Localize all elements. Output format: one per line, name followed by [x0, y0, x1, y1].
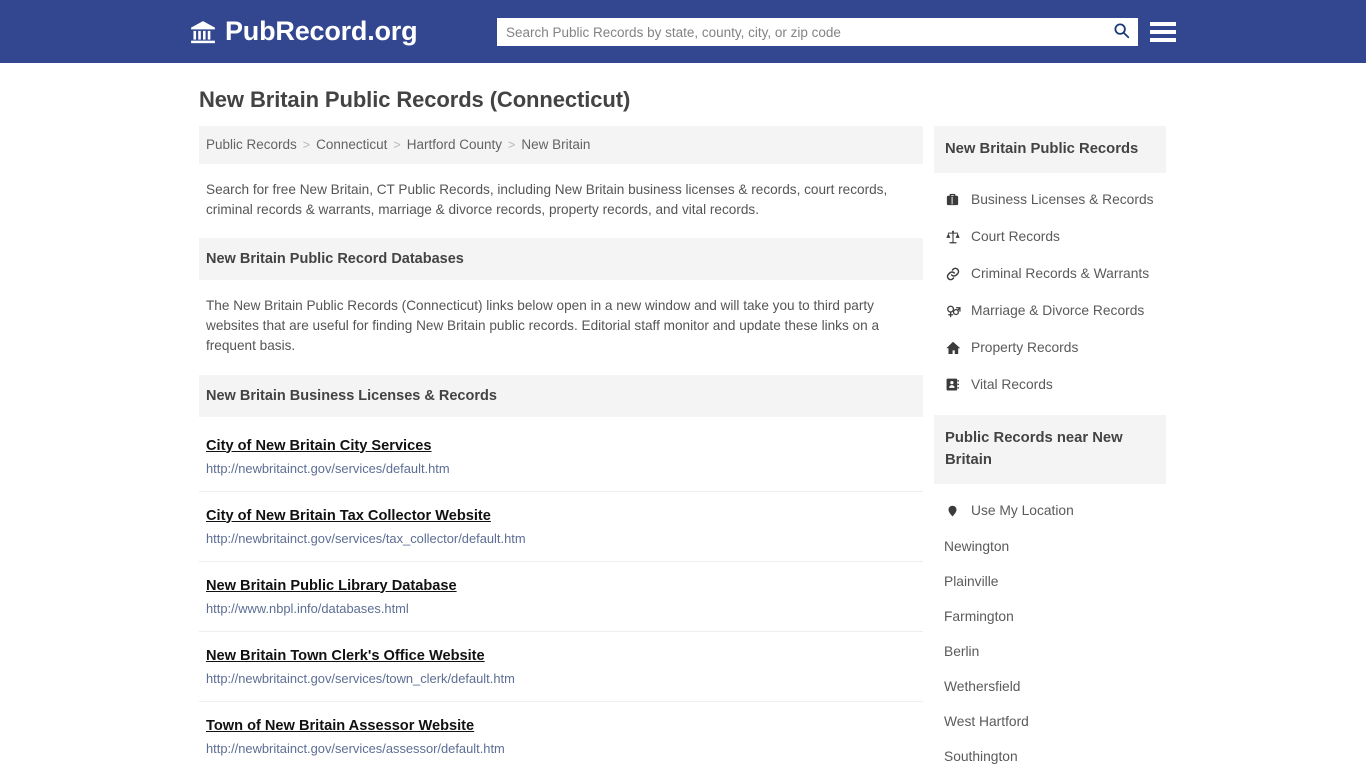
sidebar-item-nearby-city[interactable]: Farmington — [934, 599, 1166, 634]
chain-link-icon — [944, 265, 961, 282]
content-columns: Public Records > Connecticut > Hartford … — [199, 126, 1366, 768]
sidebar-item-nearby-city[interactable]: Southington — [934, 739, 1166, 768]
sidebar-item-label: Plainville — [944, 574, 999, 590]
record-link-url[interactable]: http://newbritainct.gov/services/tax_col… — [206, 531, 917, 546]
record-link-title[interactable]: New Britain Town Clerk's Office Website — [206, 648, 485, 664]
sidebar-item-property-records[interactable]: Property Records — [934, 329, 1166, 366]
sidebar-item-label: Use My Location — [971, 503, 1074, 519]
databases-section-body: The New Britain Public Records (Connecti… — [206, 298, 880, 354]
sidebar-nearby-list: Use My Location Newington Plainville Far… — [934, 484, 1166, 768]
sidebar-records-heading: New Britain Public Records — [934, 126, 1166, 174]
page-title: New Britain Public Records (Connecticut) — [199, 87, 631, 112]
site-logo-text: PubRecord.org — [225, 16, 418, 46]
scales-of-justice-icon — [944, 228, 961, 245]
breadcrumb-separator-icon: > — [393, 137, 401, 152]
breadcrumb-separator-icon: > — [508, 137, 516, 152]
sidebar-item-label: Newington — [944, 539, 1010, 555]
page-intro-text: Search for free New Britain, CT Public R… — [206, 182, 888, 218]
hamburger-menu-icon — [1150, 38, 1176, 42]
home-icon — [944, 339, 961, 356]
sidebar-item-nearby-city[interactable]: Wethersfield — [934, 669, 1166, 704]
sidebar-item-nearby-city[interactable]: Plainville — [934, 564, 1166, 599]
breadcrumb-item[interactable]: Public Records — [206, 137, 297, 152]
record-link-url[interactable]: http://newbritainct.gov/services/town_cl… — [206, 671, 917, 686]
main-content: Public Records > Connecticut > Hartford … — [199, 126, 923, 768]
site-header: PubRecord.org — [0, 0, 1366, 63]
sidebar-item-label: Southington — [944, 749, 1018, 765]
search-icon — [1113, 22, 1130, 42]
list-item: New Britain Public Library Database http… — [199, 562, 923, 632]
record-link-title[interactable]: City of New Britain City Services — [206, 438, 431, 454]
sidebar-item-label: Farmington — [944, 609, 1014, 625]
sidebar: New Britain Public Records Business Lice… — [934, 126, 1166, 768]
search-button[interactable] — [1104, 18, 1138, 46]
record-link-url[interactable]: http://newbritainct.gov/services/assesso… — [206, 741, 917, 756]
sidebar-item-marriage-divorce[interactable]: Marriage & Divorce Records — [934, 292, 1166, 329]
record-link-title[interactable]: City of New Britain Tax Collector Websit… — [206, 508, 491, 524]
sidebar-item-label: Vital Records — [971, 377, 1053, 393]
venus-mars-icon — [944, 302, 961, 319]
record-link-title[interactable]: New Britain Public Library Database — [206, 578, 457, 594]
hamburger-menu-button[interactable] — [1150, 19, 1176, 45]
list-item: City of New Britain Tax Collector Websit… — [199, 492, 923, 562]
sidebar-item-label: Business Licenses & Records — [971, 192, 1154, 208]
sidebar-item-label: Property Records — [971, 340, 1079, 356]
sidebar-item-label: Berlin — [944, 644, 980, 660]
sidebar-item-use-my-location[interactable]: Use My Location — [934, 492, 1166, 529]
sidebar-item-nearby-city[interactable]: Berlin — [934, 634, 1166, 669]
record-link-url[interactable]: http://newbritainct.gov/services/default… — [206, 461, 917, 476]
business-section-heading: New Britain Business Licenses & Records — [199, 374, 923, 417]
sidebar-item-label: Court Records — [971, 229, 1060, 245]
record-link-title[interactable]: Town of New Britain Assessor Website — [206, 718, 474, 734]
breadcrumb-item[interactable]: Hartford County — [407, 137, 502, 152]
sidebar-records-block: New Britain Public Records Business Lice… — [934, 126, 1166, 403]
sidebar-item-nearby-city[interactable]: Newington — [934, 529, 1166, 564]
hamburger-menu-icon — [1150, 30, 1176, 34]
sidebar-nearby-block: Public Records near New Britain Use My L… — [934, 415, 1166, 768]
list-item: City of New Britain City Services http:/… — [199, 419, 923, 492]
sidebar-item-nearby-city[interactable]: West Hartford — [934, 704, 1166, 739]
page-body: New Britain Public Records (Connecticut)… — [0, 63, 1366, 768]
list-item: New Britain Town Clerk's Office Website … — [199, 632, 923, 702]
briefcase-icon — [944, 191, 961, 208]
sidebar-item-label: Wethersfield — [944, 679, 1021, 695]
sidebar-item-label: Criminal Records & Warrants — [971, 266, 1150, 282]
breadcrumb-separator-icon: > — [302, 137, 311, 152]
site-logo-link[interactable]: PubRecord.org — [190, 16, 418, 47]
map-pin-icon — [944, 502, 961, 519]
breadcrumb-item-current[interactable]: New Britain — [521, 137, 590, 152]
record-link-url[interactable]: http://www.nbpl.info/databases.html — [206, 601, 917, 616]
sidebar-item-criminal-records[interactable]: Criminal Records & Warrants — [934, 255, 1166, 292]
sidebar-nearby-heading: Public Records near New Britain — [934, 415, 1166, 485]
sidebar-item-label: Marriage & Divorce Records — [971, 303, 1145, 319]
breadcrumb-item[interactable]: Connecticut — [316, 137, 387, 152]
bank-building-icon — [190, 19, 216, 45]
databases-section-heading: New Britain Public Record Databases — [199, 238, 923, 281]
hamburger-menu-icon — [1150, 22, 1176, 26]
sidebar-item-vital-records[interactable]: Vital Records — [934, 366, 1166, 403]
id-card-icon — [944, 376, 961, 393]
search-bar — [497, 18, 1138, 46]
sidebar-item-label: West Hartford — [944, 714, 1029, 730]
sidebar-item-court-records[interactable]: Court Records — [934, 218, 1166, 255]
sidebar-records-list: Business Licenses & Records Court Record… — [934, 173, 1166, 403]
business-links-list: City of New Britain City Services http:/… — [199, 419, 923, 768]
breadcrumb: Public Records > Connecticut > Hartford … — [199, 126, 923, 164]
sidebar-item-business-licenses[interactable]: Business Licenses & Records — [934, 181, 1166, 218]
list-item: Town of New Britain Assessor Website htt… — [199, 702, 923, 768]
search-input[interactable] — [497, 19, 1104, 45]
